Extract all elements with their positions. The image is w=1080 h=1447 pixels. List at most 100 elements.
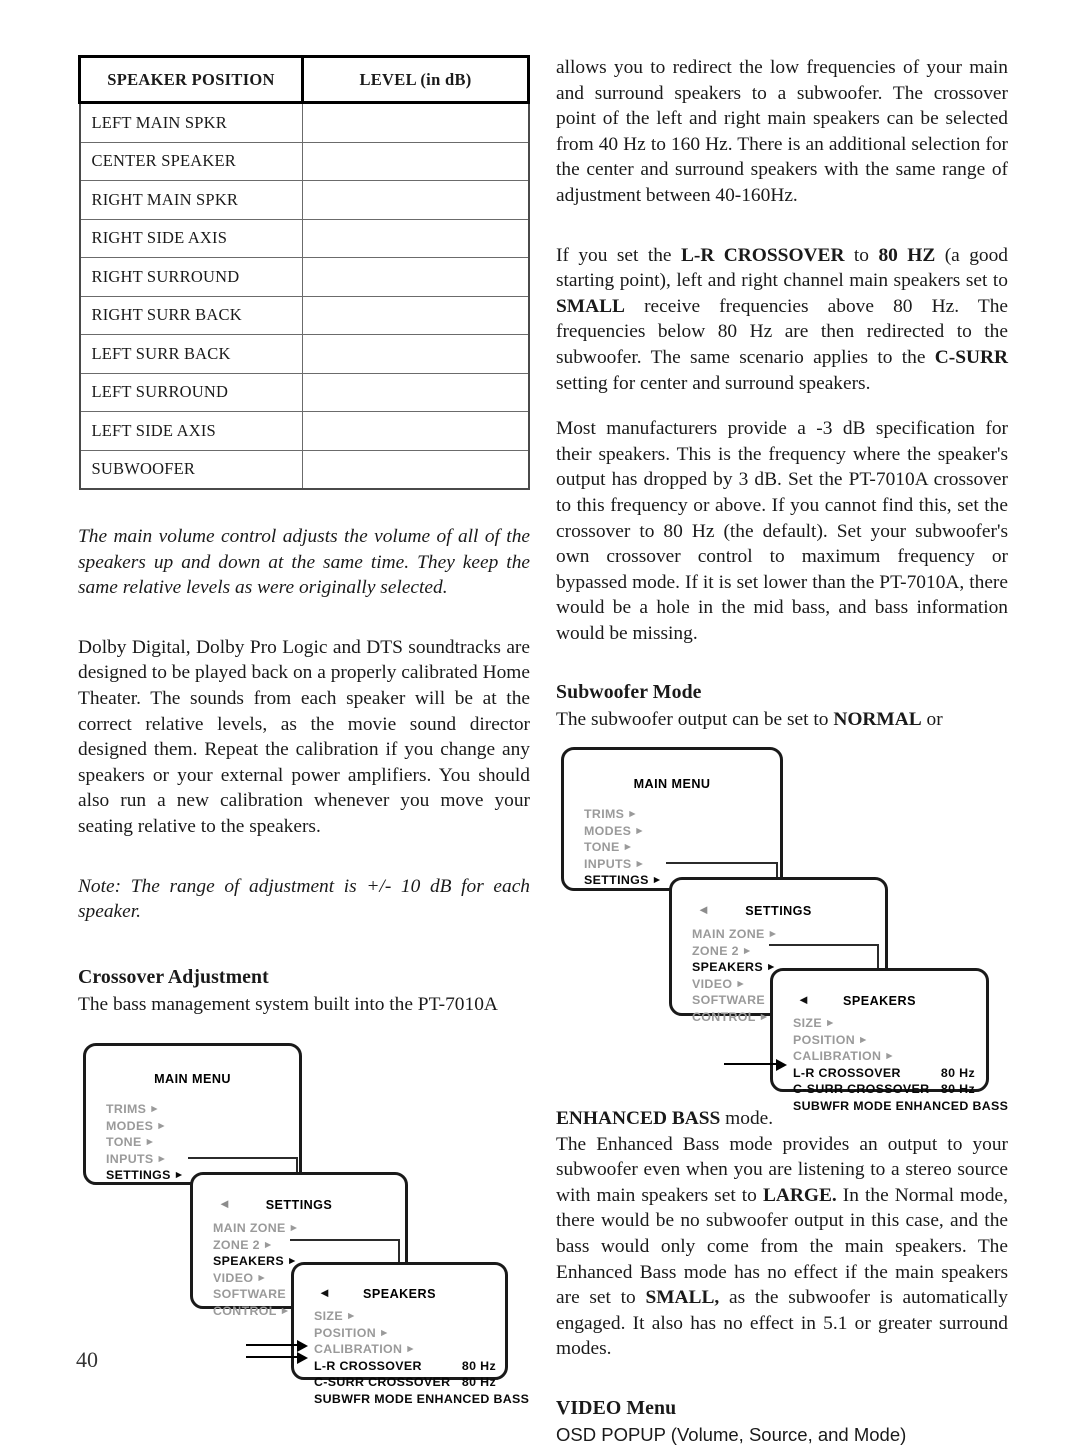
osd-item-label: TRIMS bbox=[106, 1102, 147, 1117]
osd-item-main-zone[interactable]: MAIN ZONE ► bbox=[213, 1220, 378, 1237]
osd-item-label: VIDEO bbox=[213, 1270, 254, 1285]
text-run: to bbox=[844, 244, 879, 266]
level-cell[interactable] bbox=[302, 372, 530, 412]
column-header-speaker-position: SPEAKER POSITION bbox=[78, 55, 304, 104]
text-run: or bbox=[921, 709, 943, 731]
text-run: If you set the bbox=[556, 244, 681, 266]
speaker-position-cell: RIGHT SURR BACK bbox=[78, 295, 303, 335]
osd-item-label: TRIMS bbox=[584, 807, 625, 822]
osd-main-menu-title: MAIN MENU bbox=[633, 777, 711, 792]
osd-item-label: SETTINGS bbox=[106, 1168, 171, 1183]
chevron-right-icon: ► bbox=[824, 1017, 836, 1030]
level-cell[interactable] bbox=[302, 295, 530, 335]
osd-back-arrow-icon[interactable]: ◄ bbox=[318, 1286, 331, 1299]
crossover-intro-continued: allows you to redirect the low frequenci… bbox=[556, 57, 1008, 206]
osd-callout-pointer-subwfr-mode bbox=[724, 1058, 787, 1071]
osd-item-label: L-R CROSSOVER bbox=[314, 1358, 422, 1373]
level-cell[interactable] bbox=[302, 218, 530, 258]
chevron-right-icon: ► bbox=[634, 824, 645, 837]
osd-item-csurr-crossover[interactable]: C-SURR CROSSOVER 80 Hz bbox=[314, 1374, 496, 1391]
chevron-right-icon: ► bbox=[622, 841, 634, 854]
osd-item-label: SIZE bbox=[793, 1016, 822, 1031]
table-header-row: SPEAKER POSITION LEVEL (in dB) bbox=[78, 55, 530, 104]
osd-item-csurr-crossover[interactable]: C-SURR CROSSOVER 80 Hz bbox=[793, 1081, 975, 1098]
osd-item-size[interactable]: SIZE ► bbox=[314, 1308, 496, 1325]
level-cell[interactable] bbox=[302, 334, 530, 374]
level-cell[interactable] bbox=[302, 449, 530, 490]
crossover-80hz-paragraph: If you set the L-R CROSSOVER to 80 HZ (a… bbox=[556, 243, 1008, 397]
chevron-right-icon: ► bbox=[767, 928, 779, 941]
table-header: SPEAKER POSITION LEVEL (in dB) bbox=[78, 55, 530, 104]
left-column: SPEAKER POSITION LEVEL (in dB) LEFT MAIN… bbox=[78, 55, 530, 1406]
chevron-right-icon: ► bbox=[651, 874, 663, 887]
osd-item-label: C-SURR CROSSOVER bbox=[793, 1082, 930, 1097]
term-small: SMALL bbox=[556, 295, 625, 317]
speaker-position-cell: RIGHT SURROUND bbox=[78, 257, 303, 297]
level-cell[interactable] bbox=[302, 411, 530, 451]
calibration-paragraph: Dolby Digital, Dolby Pro Logic and DTS s… bbox=[78, 636, 530, 837]
osd-item-value: 80 Hz bbox=[461, 1358, 496, 1373]
osd-item-calibration[interactable]: CALIBRATION ► bbox=[314, 1341, 496, 1358]
osd-item-label: MAIN ZONE bbox=[213, 1221, 286, 1236]
speaker-position-cell: RIGHT MAIN SPKR bbox=[78, 180, 303, 220]
osd-item-label: SPEAKERS bbox=[213, 1254, 284, 1269]
level-cell[interactable] bbox=[302, 257, 530, 297]
level-cell[interactable] bbox=[302, 180, 530, 220]
osd-item-label: CONTROL bbox=[692, 1009, 756, 1024]
chevron-right-icon: ► bbox=[256, 1271, 268, 1284]
text-run: mode. bbox=[720, 1108, 774, 1130]
osd-item-calibration[interactable]: CALIBRATION ► bbox=[793, 1048, 975, 1065]
osd-item-main-zone[interactable]: MAIN ZONE ► bbox=[692, 926, 857, 943]
osd-item-value: 80 Hz bbox=[940, 1082, 975, 1097]
osd-callout-pointer-lr-crossover bbox=[246, 1340, 308, 1353]
speaker-position-cell: LEFT SURR BACK bbox=[78, 334, 303, 374]
osd-item-tone[interactable]: TONE ► bbox=[106, 1134, 256, 1151]
osd-item-lr-crossover[interactable]: L-R CROSSOVER 80 Hz bbox=[793, 1065, 975, 1082]
table-row: SUBWOOFER bbox=[78, 449, 530, 490]
volume-control-note: The main volume control adjusts the volu… bbox=[78, 526, 530, 599]
osd-item-trims[interactable]: TRIMS ► bbox=[106, 1101, 256, 1118]
osd-speakers-box: SPEAKERS ◄ SIZE ► POSITION ► CALIBRATION ► … bbox=[291, 1262, 529, 1406]
right-column: allows you to redirect the low frequenci… bbox=[556, 55, 1008, 1447]
level-cell[interactable] bbox=[302, 141, 530, 181]
chevron-right-icon: ► bbox=[627, 808, 639, 821]
osd-item-label: INPUTS bbox=[584, 856, 632, 871]
osd-item-size[interactable]: SIZE ► bbox=[793, 1015, 975, 1032]
osd-item-modes[interactable]: MODES ► bbox=[584, 823, 734, 840]
osd-item-position[interactable]: POSITION ► bbox=[793, 1032, 975, 1049]
osd-item-label: SOFTWARE bbox=[692, 993, 766, 1008]
osd-item-modes[interactable]: MODES ► bbox=[106, 1118, 256, 1135]
osd-item-label: SPEAKERS bbox=[692, 960, 763, 975]
osd-item-label: C-SURR CROSSOVER bbox=[314, 1375, 451, 1390]
osd-item-trims[interactable]: TRIMS ► bbox=[584, 806, 734, 823]
osd-item-tone[interactable]: TONE ► bbox=[584, 839, 734, 856]
osd-main-menu-title: MAIN MENU bbox=[154, 1072, 231, 1087]
osd-back-arrow-icon[interactable]: ◄ bbox=[797, 993, 810, 1006]
osd-main-menu-box: MAIN MENU TRIMS ► MODES ► TONE ► INPUTS ► SE… bbox=[561, 747, 783, 892]
speaker-position-cell: CENTER SPEAKER bbox=[78, 141, 303, 181]
chevron-right-icon: ► bbox=[345, 1310, 357, 1323]
chevron-right-icon: ► bbox=[262, 1238, 274, 1251]
term-small: SMALL, bbox=[645, 1287, 720, 1309]
osd-connector-line bbox=[188, 1157, 298, 1160]
osd-item-subwfr-mode[interactable]: SUBWFR MODE ENHANCED BASS bbox=[793, 1098, 1008, 1115]
term-csurr: C-SURR bbox=[934, 346, 1008, 368]
osd-back-arrow-icon[interactable]: ◄ bbox=[697, 903, 710, 916]
term-large: LARGE. bbox=[762, 1184, 837, 1206]
osd-item-label: MODES bbox=[106, 1118, 154, 1133]
osd-item-subwfr-mode[interactable]: SUBWFR MODE ENHANCED BASS bbox=[314, 1391, 529, 1408]
osd-item-lr-crossover[interactable]: L-R CROSSOVER 80 Hz bbox=[314, 1358, 496, 1375]
osd-item-label: MODES bbox=[584, 823, 632, 838]
osd-item-position[interactable]: POSITION ► bbox=[314, 1325, 496, 1342]
table-body: LEFT MAIN SPKR CENTER SPEAKER RIGHT MAIN… bbox=[78, 102, 530, 490]
level-cell[interactable] bbox=[302, 102, 530, 143]
table-row: LEFT SIDE AXIS bbox=[78, 411, 530, 451]
table-row: CENTER SPEAKER bbox=[78, 141, 530, 181]
osd-back-arrow-icon[interactable]: ◄ bbox=[218, 1197, 231, 1210]
chevron-right-icon: ► bbox=[634, 857, 646, 870]
column-header-level: LEVEL (in dB) bbox=[301, 55, 530, 104]
